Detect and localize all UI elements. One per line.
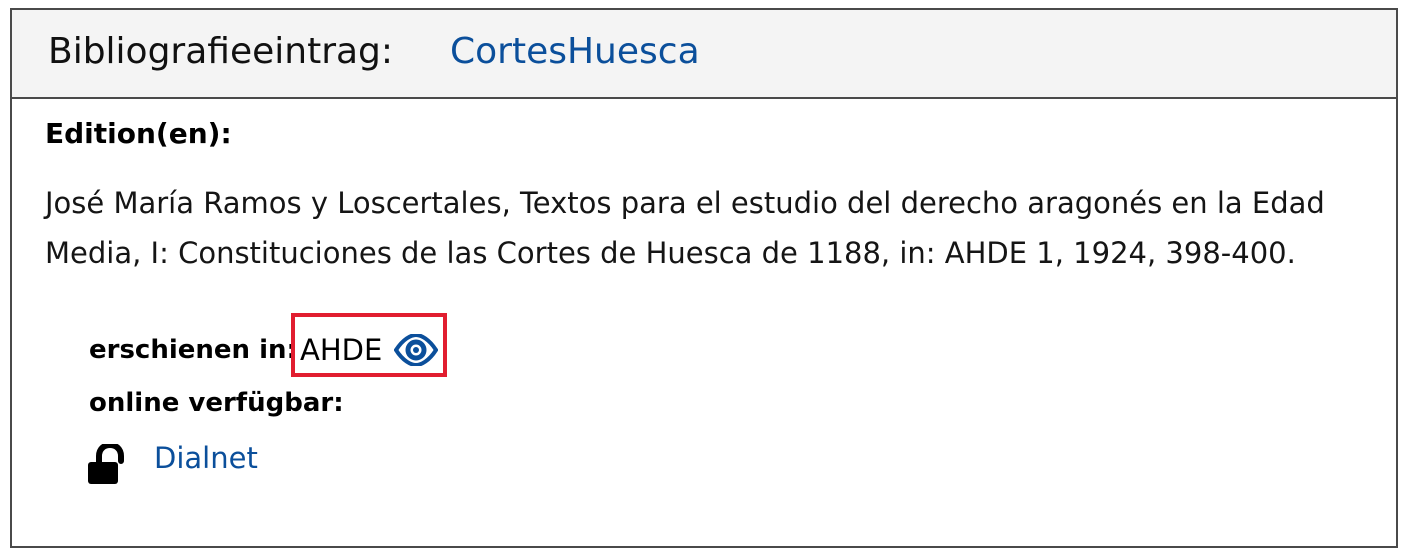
online-available-label: online verfügbar:: [89, 388, 344, 418]
eye-icon[interactable]: [393, 332, 439, 368]
bibliography-entry-label: Bibliografieeintrag:: [48, 31, 394, 72]
published-in-label: erschienen in:: [89, 335, 297, 365]
unlock-icon: [86, 441, 132, 486]
published-in-value: AHDE: [300, 333, 383, 367]
dialnet-link[interactable]: Dialnet: [154, 438, 258, 478]
edition-citation: José María Ramos y Loscertales, Textos p…: [45, 186, 1325, 270]
edition-title: Edition(en):: [45, 117, 232, 150]
panel-header: Bibliografieeintrag: CortesHuesca: [12, 10, 1396, 99]
bibliography-entry-link[interactable]: CortesHuesca: [450, 30, 700, 74]
